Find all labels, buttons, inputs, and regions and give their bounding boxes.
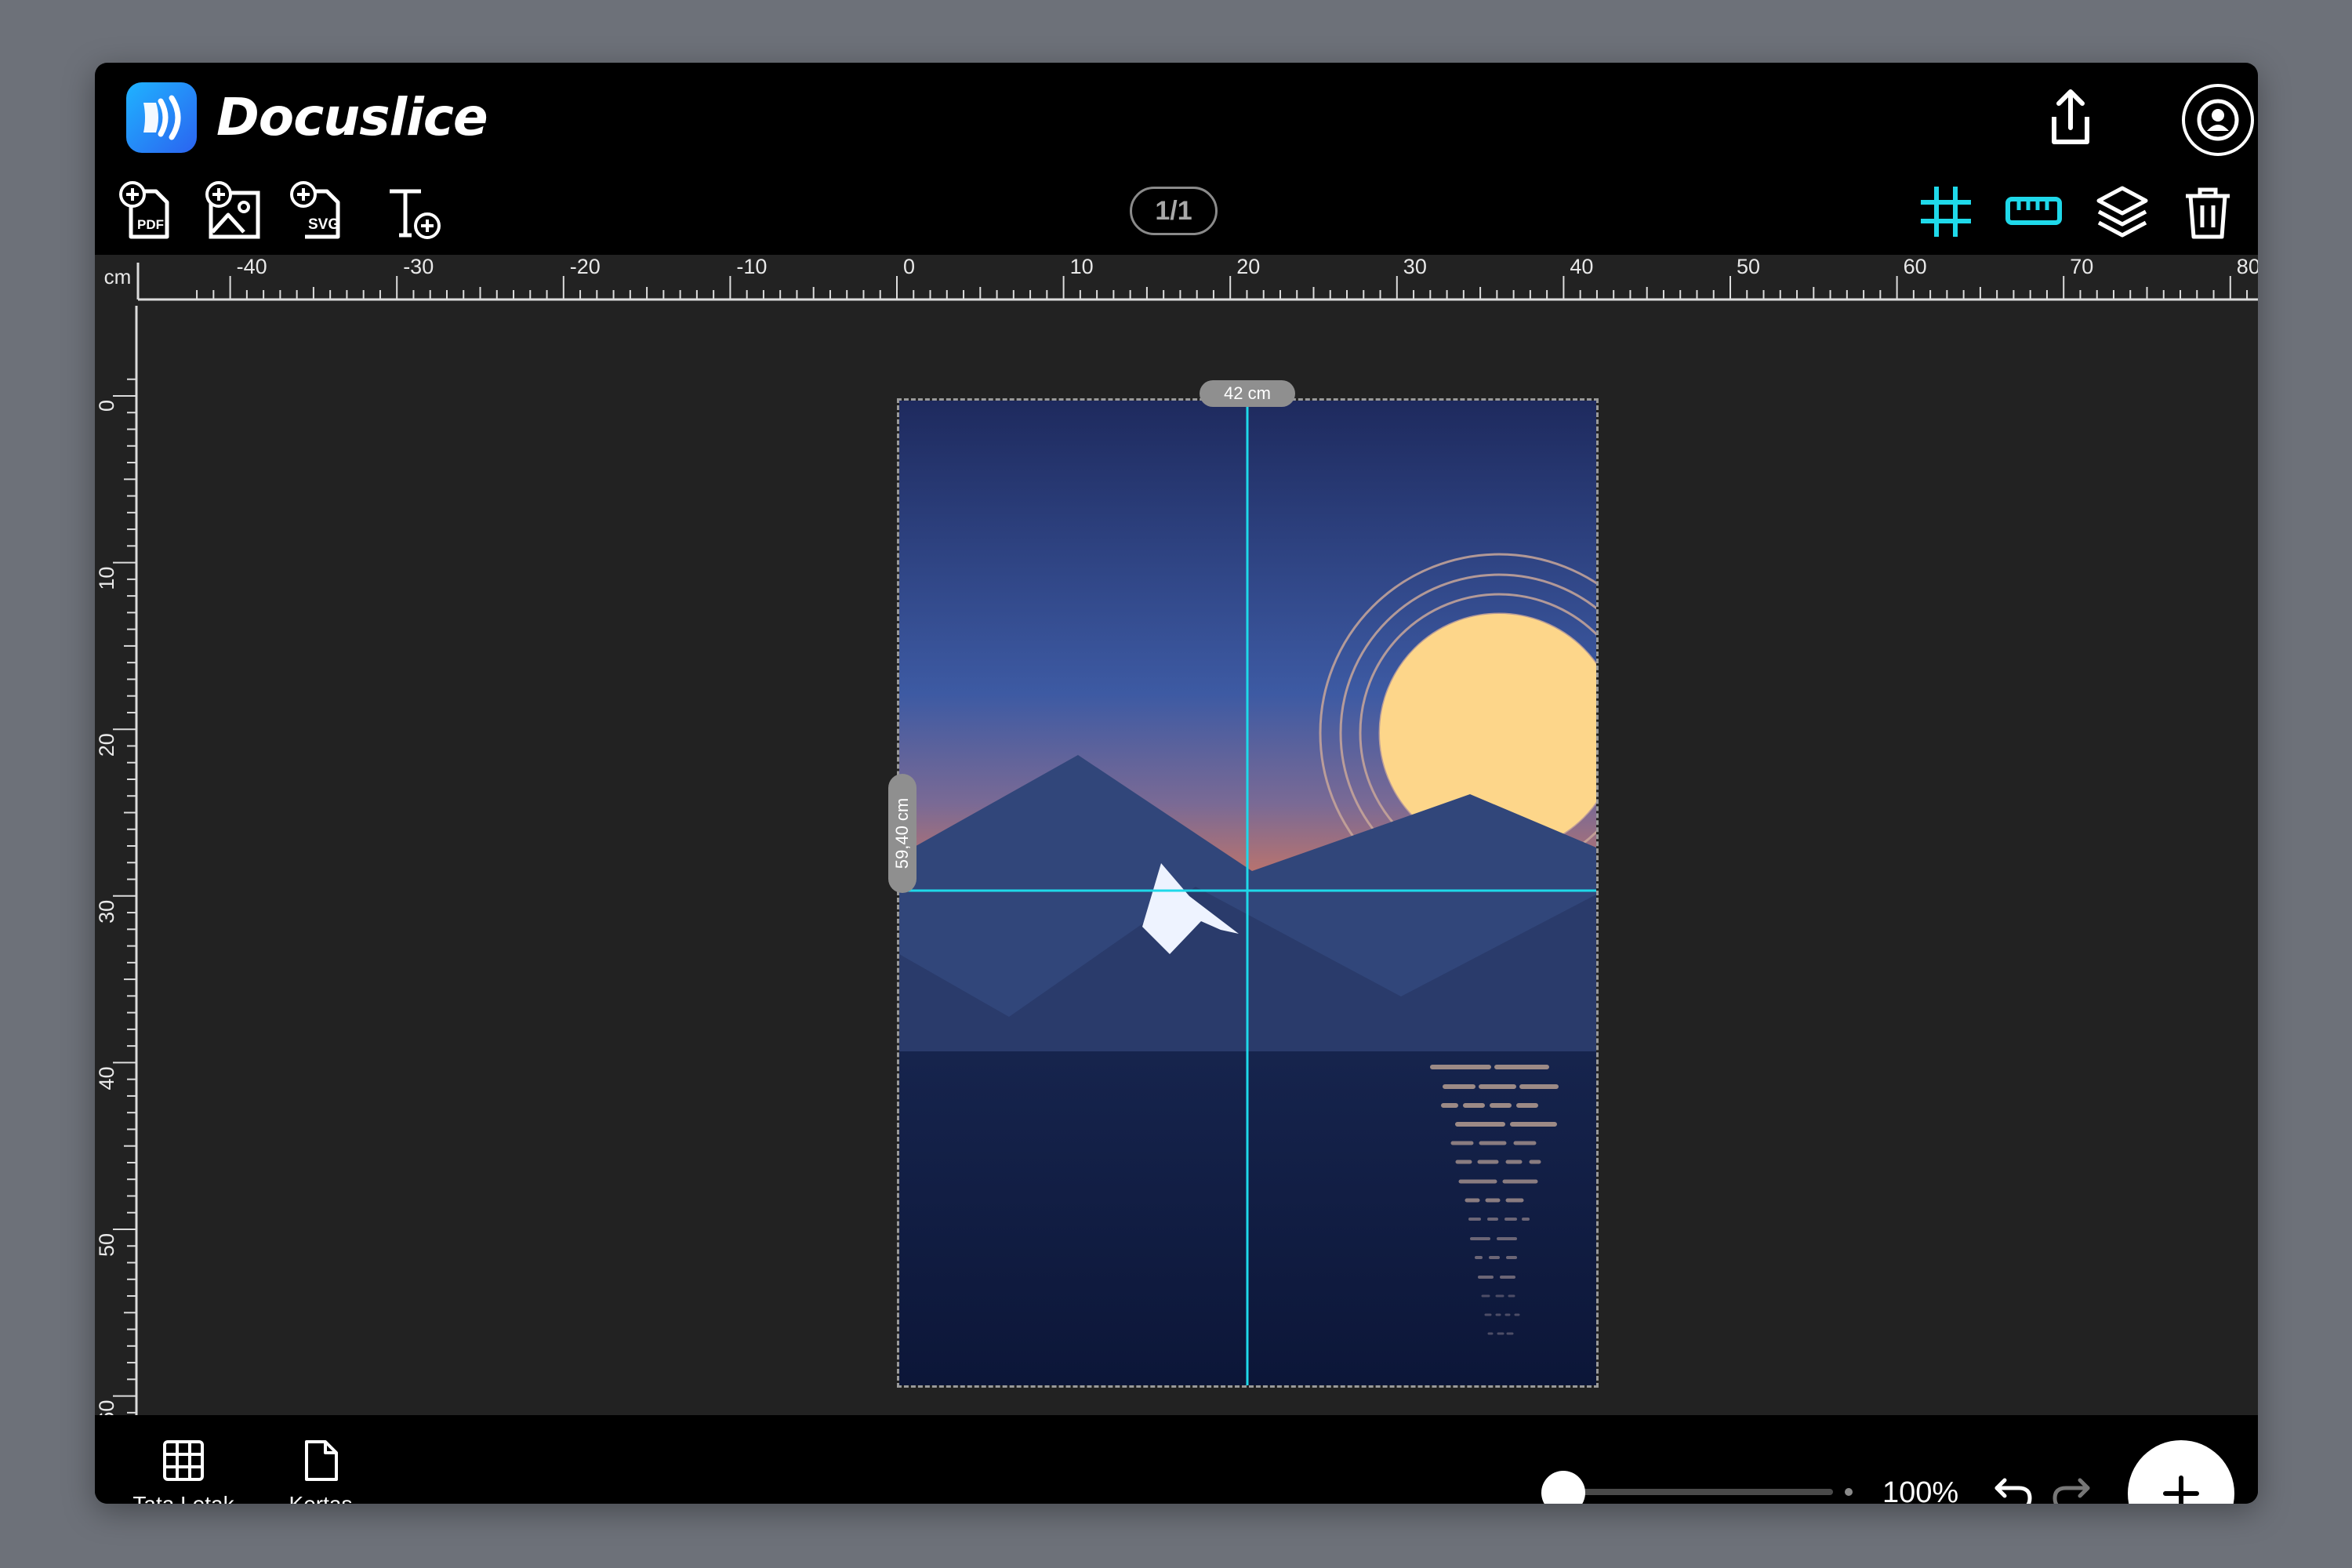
ruler-icon xyxy=(2005,197,2062,225)
ruler-label: -20 xyxy=(570,255,601,278)
vertical-ruler-scale: 0 10 20 30 40 50 60 xyxy=(95,306,138,1424)
ruler-unit-label: cm xyxy=(103,265,132,289)
grid-toggle-button[interactable] xyxy=(1915,180,1977,243)
ruler-label: 0 xyxy=(903,255,915,278)
zoom-slider-track[interactable] xyxy=(1559,1489,1833,1495)
app-window: Docuslice PDF SVG 1/1 -40 -30 -20 -10 0 … xyxy=(95,63,2258,1504)
ruler-label: -40 xyxy=(237,255,267,278)
horizontal-ruler-scale: -40 -30 -20 -10 0 10 20 30 40 50 60 70 80 xyxy=(136,255,2258,301)
ruler-label: 30 xyxy=(1403,255,1427,278)
ruler-label: 10 xyxy=(1070,255,1094,278)
artboard-height-badge: 59,40 cm xyxy=(888,774,916,893)
zoom-slider-end xyxy=(1845,1488,1853,1496)
layout-button[interactable]: Tata Letak xyxy=(117,1439,250,1504)
user-icon xyxy=(2182,84,2254,156)
add-text-button[interactable] xyxy=(383,180,446,243)
paper-icon xyxy=(305,1440,338,1481)
ruler-label: -10 xyxy=(736,255,767,278)
undo-button[interactable] xyxy=(1992,1474,2036,1504)
horizontal-ruler[interactable]: -40 -30 -20 -10 0 10 20 30 40 50 60 70 80 xyxy=(95,255,2258,306)
zoom-level: 100% xyxy=(1882,1476,1959,1504)
delete-button[interactable] xyxy=(2176,180,2239,243)
app-logo xyxy=(126,82,197,153)
add-text-icon xyxy=(390,189,441,239)
ruler-toggle-button[interactable] xyxy=(2003,180,2066,243)
ruler-label: 60 xyxy=(1904,255,1927,278)
ruler-label: 50 xyxy=(95,1233,118,1257)
redo-icon xyxy=(2053,1478,2090,1504)
add-pdf-button[interactable]: PDF xyxy=(117,180,180,243)
grid-icon xyxy=(1921,187,1971,237)
ruler-label: 40 xyxy=(95,1066,118,1090)
ruler-label: 20 xyxy=(95,733,118,757)
ruler-label: 80 xyxy=(2237,255,2258,278)
artboard[interactable] xyxy=(897,398,1599,1388)
account-button[interactable] xyxy=(2180,82,2256,158)
canvas-area[interactable] xyxy=(142,302,2258,1415)
ruler-label: 10 xyxy=(95,567,118,590)
trash-icon xyxy=(2186,187,2230,239)
add-pdf-icon: PDF xyxy=(119,181,169,239)
ruler-label: 50 xyxy=(1737,255,1760,278)
redo-button[interactable] xyxy=(2049,1474,2092,1504)
vertical-ruler[interactable]: 0 10 20 30 40 50 60 xyxy=(95,306,142,1424)
artwork-image[interactable] xyxy=(899,401,1596,1385)
svg-text:PDF: PDF xyxy=(137,217,164,232)
ruler-label: -30 xyxy=(403,255,434,278)
add-image-icon xyxy=(205,181,260,239)
ruler-label: 20 xyxy=(1236,255,1260,278)
artboard-width-badge: 42 cm xyxy=(1200,380,1295,407)
ruler-label: 30 xyxy=(95,900,118,924)
paper-button[interactable]: Kertas xyxy=(274,1439,368,1504)
app-title: Docuslice xyxy=(216,87,488,147)
svg-text:SVG: SVG xyxy=(308,216,339,233)
layout-label: Tata Letak xyxy=(132,1492,234,1504)
layers-icon xyxy=(2096,186,2148,238)
undo-icon xyxy=(1994,1478,2032,1504)
add-svg-button[interactable]: SVG xyxy=(288,180,350,243)
paper-label: Kertas xyxy=(289,1492,353,1504)
layout-grid-icon xyxy=(163,1440,204,1481)
ruler-label: 60 xyxy=(95,1400,118,1415)
add-image-button[interactable] xyxy=(203,180,266,243)
layers-button[interactable] xyxy=(2091,180,2154,243)
artboard-height-label: 59,40 cm xyxy=(892,797,912,869)
page-indicator[interactable]: 1/1 xyxy=(1130,187,1218,235)
ruler-label: 0 xyxy=(95,400,118,412)
plus-icon xyxy=(2163,1475,2199,1504)
share-icon xyxy=(2052,89,2089,144)
add-svg-icon: SVG xyxy=(290,181,340,239)
add-fab-button[interactable] xyxy=(2128,1440,2234,1504)
ruler-label: 70 xyxy=(2070,255,2093,278)
ruler-label: 40 xyxy=(1570,255,1593,278)
share-button[interactable] xyxy=(2035,82,2106,153)
